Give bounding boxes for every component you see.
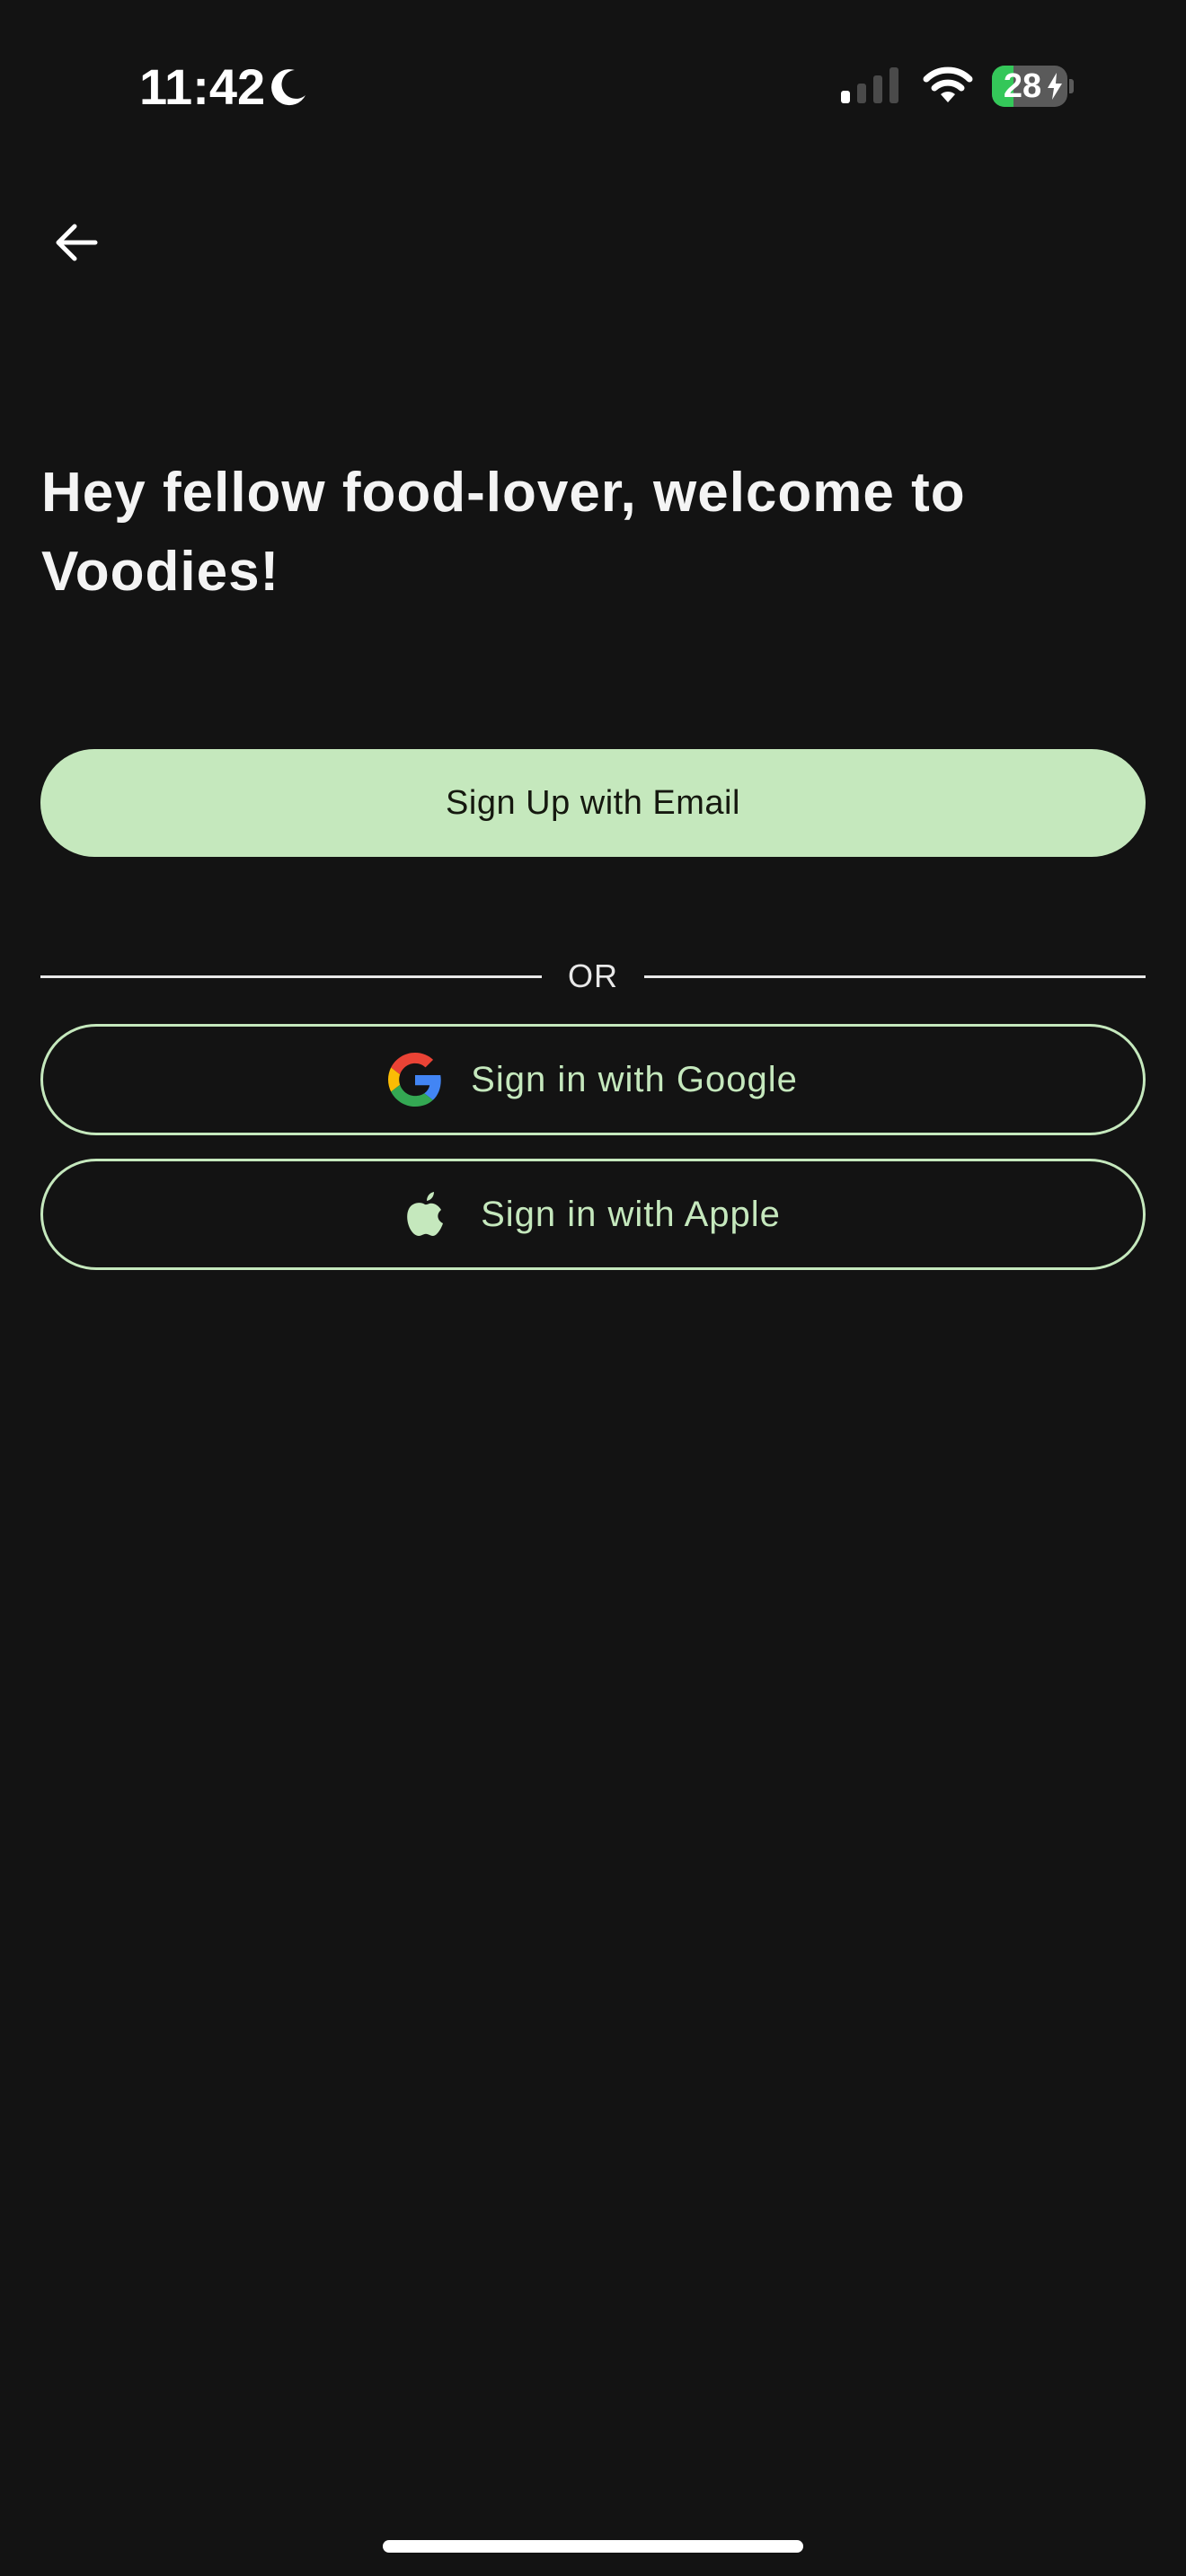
moon-icon [271,69,305,106]
apple-icon [407,1192,444,1236]
or-divider: OR [40,954,1146,999]
status-time: 11:42 [139,58,266,115]
sign-in-apple-label: Sign in with Apple [481,1194,781,1234]
battery-tip [1069,79,1074,93]
divider-text: OR [568,957,618,994]
sign-in-apple-button[interactable]: Sign in with Apple [40,1159,1146,1270]
cellular-signal-icon [841,67,898,103]
arrow-left-icon [56,224,98,261]
charging-bolt-icon [1048,73,1062,100]
status-bar: 11:42 28 [0,0,1186,171]
sign-in-google-label: Sign in with Google [471,1059,798,1099]
back-button[interactable] [36,205,117,280]
sign-up-email-button[interactable]: Sign Up with Email [40,749,1146,857]
sign-up-email-label: Sign Up with Email [446,783,740,822]
google-icon [388,1053,441,1107]
sign-in-google-button[interactable]: Sign in with Google [40,1024,1146,1135]
welcome-title: Hey fellow food-lover, welcome to Voodie… [41,462,966,603]
battery-level: 28 [1003,67,1042,105]
battery-indicator: 28 [992,66,1074,107]
divider-line-right [644,975,1146,978]
divider-line-left [40,975,542,978]
battery-body: 28 [992,66,1067,107]
wifi-icon [923,66,973,102]
home-indicator [383,2540,803,2553]
